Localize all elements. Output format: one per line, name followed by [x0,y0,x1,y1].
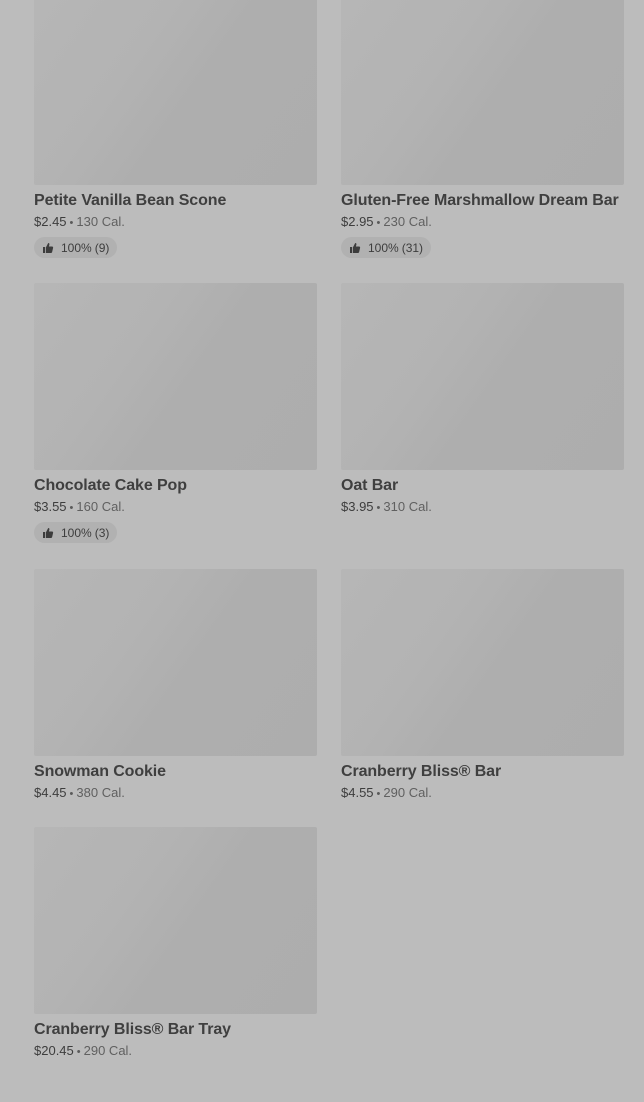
product-image[interactable] [341,569,624,756]
product-image[interactable] [34,827,317,1014]
thumbs-up-icon [43,527,54,538]
product-meta: $3.55 • 160 Cal. [34,498,317,517]
meta-separator: • [69,217,74,229]
product-price: $2.45 [34,214,67,229]
product-price: $20.45 [34,1043,74,1058]
rating-badge: 100% (31) [341,237,432,258]
product-card[interactable]: Snowman Cookie $4.45 • 380 Cal. [34,569,317,803]
product-name[interactable]: Chocolate Cake Pop [34,475,317,496]
product-price: $3.95 [341,499,374,514]
product-price: $3.55 [34,499,67,514]
rating-percent: 100% [61,240,92,255]
product-image[interactable] [34,569,317,756]
product-meta: $3.95 • 310 Cal. [341,498,624,517]
product-image[interactable] [341,283,624,470]
product-meta: $2.45 • 130 Cal. [34,213,317,232]
product-calories: 290 Cal. [383,785,432,800]
product-image[interactable] [34,283,317,470]
product-name[interactable]: Oat Bar [341,475,624,496]
product-price: $4.45 [34,785,67,800]
product-calories: 160 Cal. [76,499,125,514]
rating-count: (3) [94,525,110,540]
product-name[interactable]: Gluten-Free Marshmallow Dream Bar [341,190,624,211]
product-card[interactable]: Chocolate Cake Pop $3.55 • 160 Cal. 100% (… [34,283,317,544]
product-name[interactable]: Cranberry Bliss® Bar Tray [34,1019,317,1040]
product-card[interactable]: Cranberry Bliss® Bar $4.55 • 290 Cal. [341,569,624,803]
product-card[interactable]: Gluten-Free Marshmallow Dream Bar $2.95 •… [341,0,624,259]
product-card[interactable]: Cranberry Bliss® Bar Tray $20.45 • 290 Cal… [34,827,317,1061]
meta-separator: • [76,1046,81,1058]
product-calories: 230 Cal. [383,214,432,229]
product-price: $2.95 [341,214,374,229]
product-calories: 380 Cal. [76,785,125,800]
product-meta: $4.55 • 290 Cal. [341,784,624,803]
product-name[interactable]: Snowman Cookie [34,761,317,782]
product-meta: $4.45 • 380 Cal. [34,784,317,803]
product-calories: 310 Cal. [383,499,432,514]
product-price: $4.55 [341,785,374,800]
product-image[interactable] [34,0,317,185]
product-calories: 130 Cal. [76,214,125,229]
rating-count: (9) [94,240,110,255]
product-meta: $2.95 • 230 Cal. [341,213,624,232]
meta-separator: • [376,788,381,800]
rating-percent: 100% [61,525,92,540]
product-grid: Petite Vanilla Bean Scone $2.45 • 130 Cal.… [0,0,644,1102]
meta-separator: • [69,502,74,514]
meta-separator: • [69,788,74,800]
meta-separator: • [376,217,381,229]
rating-percent: 100% [368,240,399,255]
product-name[interactable]: Petite Vanilla Bean Scone [34,190,317,211]
rating-badge: 100% (9) [34,237,118,258]
meta-separator: • [376,502,381,514]
product-calories: 290 Cal. [83,1043,133,1058]
thumbs-up-icon [350,242,361,253]
product-image[interactable] [341,0,624,185]
product-card[interactable]: Oat Bar $3.95 • 310 Cal. [341,283,624,517]
rating-count: (31) [401,240,424,255]
product-name[interactable]: Cranberry Bliss® Bar [341,761,624,782]
product-card[interactable]: Petite Vanilla Bean Scone $2.45 • 130 Cal.… [34,0,317,259]
thumbs-up-icon [43,242,54,253]
product-meta: $20.45 • 290 Cal. [34,1042,317,1061]
rating-badge: 100% (3) [34,522,118,543]
